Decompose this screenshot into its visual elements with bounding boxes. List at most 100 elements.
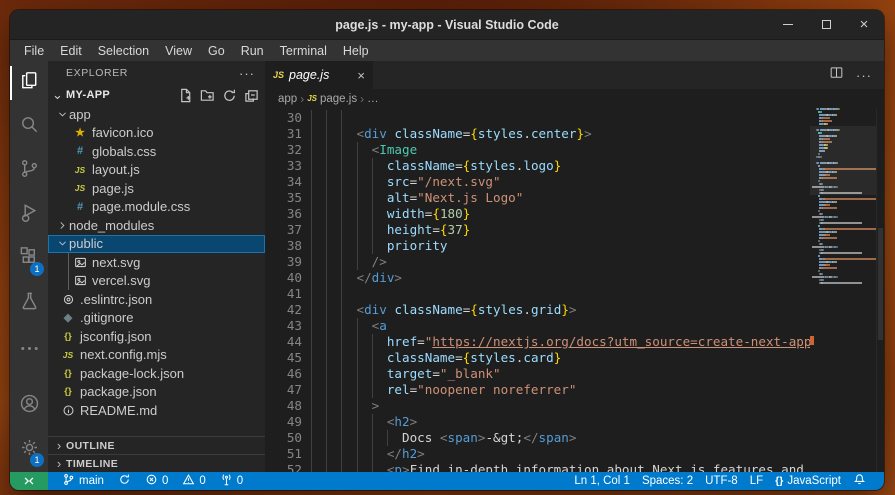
badge: 1	[30, 453, 44, 467]
collapse-all-icon[interactable]	[244, 88, 259, 103]
breadcrumb-item[interactable]: …	[367, 93, 379, 105]
tab-close-icon[interactable]: ×	[357, 68, 365, 83]
minimap-viewport	[810, 126, 876, 195]
minimize-icon	[783, 23, 793, 26]
minimap-line	[810, 270, 876, 272]
activity-more-button[interactable]	[10, 329, 48, 373]
status-branch[interactable]: main	[56, 472, 110, 490]
status-indentation[interactable]: Spaces: 2	[636, 472, 699, 490]
js-file-icon: JS	[74, 164, 86, 175]
more-actions-button[interactable]: ···	[856, 68, 872, 83]
menu-terminal[interactable]: Terminal	[272, 40, 335, 61]
tree-item-public[interactable]: public	[48, 234, 265, 253]
tree-item-readme-md[interactable]: README.md	[48, 401, 265, 420]
tree-item-label: package.json	[80, 384, 157, 400]
status-ports[interactable]: 0	[214, 472, 249, 490]
panel-outline[interactable]: › OUTLINE	[48, 436, 265, 454]
activity-settings-button[interactable]: 1	[10, 428, 48, 472]
explorer-more-actions-button[interactable]: ···	[239, 66, 255, 81]
beaker-icon	[18, 289, 41, 317]
line-number: 33	[286, 158, 302, 173]
tree-item-page-js[interactable]: JS page.js	[48, 179, 265, 198]
line-number: 42	[286, 302, 302, 317]
tree-item-favicon-ico[interactable]: ★ favicon.ico	[48, 124, 265, 143]
indent-guide	[341, 174, 343, 190]
menu-edit[interactable]: Edit	[52, 40, 90, 61]
menu-run[interactable]: Run	[233, 40, 272, 61]
tree-item-jsconfig-json[interactable]: {} jsconfig.json	[48, 327, 265, 346]
tree-item-next-svg[interactable]: next.svg	[48, 253, 265, 272]
tree-item-package-lock-json[interactable]: {} package-lock.json	[48, 364, 265, 383]
tab-page-js[interactable]: JS page.js ×	[265, 61, 373, 89]
explorer-actions	[178, 88, 259, 103]
split-editor-button[interactable]	[829, 65, 844, 85]
menu-go[interactable]: Go	[200, 40, 233, 61]
title-bar: page.js - my-app - Visual Studio Code ×	[10, 10, 884, 40]
code-editor[interactable]: 30 31 <div className={styles.center}> 32 <…	[265, 108, 810, 472]
new-file-icon[interactable]	[178, 88, 193, 103]
close-button[interactable]: ×	[856, 16, 872, 33]
indent-guide	[326, 206, 328, 222]
minimap-token	[822, 267, 838, 269]
minimize-button[interactable]	[780, 17, 796, 33]
activity-extensions-button[interactable]: 1	[10, 237, 48, 281]
minimap[interactable]	[810, 108, 876, 472]
tree-item--eslintrc-json[interactable]: .eslintrc.json	[48, 290, 265, 309]
tree-item-next-config-mjs[interactable]: JS next.config.mjs	[48, 346, 265, 365]
remote-icon	[24, 477, 34, 485]
line-number: 47	[286, 382, 302, 397]
scrollbar-slider[interactable]	[878, 228, 883, 340]
maximize-button[interactable]	[818, 17, 834, 33]
refresh-icon[interactable]	[222, 88, 237, 103]
tree-item-vercel-svg[interactable]: vercel.svg	[48, 271, 265, 290]
activity-explorer-button[interactable]	[10, 61, 48, 105]
remote-indicator-button[interactable]	[10, 472, 48, 490]
code-line-31: 31 <div className={styles.center}>	[265, 126, 810, 142]
activity-source-control-button[interactable]	[10, 149, 48, 193]
tree-item-page-module-css[interactable]: # page.module.css	[48, 198, 265, 217]
activity-testing-button[interactable]	[10, 281, 48, 325]
line-number: 34	[286, 174, 302, 189]
code-line-34: 34 src="/next.svg"	[265, 174, 810, 190]
minimap-token	[821, 273, 824, 275]
status-errors[interactable]: 0	[139, 472, 174, 490]
status-encoding[interactable]: UTF-8	[699, 472, 744, 490]
new-folder-icon[interactable]	[200, 88, 215, 103]
menu-view[interactable]: View	[157, 40, 200, 61]
chevron-down-icon	[56, 238, 69, 249]
status-language-mode[interactable]: {} JavaScript	[769, 472, 847, 490]
status-label: LF	[749, 475, 764, 487]
breadcrumb-item[interactable]: app	[278, 93, 297, 105]
tree-item-node-modules[interactable]: node_modules	[48, 216, 265, 235]
status-eol[interactable]: LF	[744, 472, 769, 490]
activity-run-and-debug-button[interactable]	[10, 193, 48, 237]
tree-item--gitignore[interactable]: ◆ .gitignore	[48, 309, 265, 328]
indent-guide	[356, 430, 358, 446]
minimap-line	[810, 213, 876, 215]
code-line-content: height={37}	[302, 222, 810, 238]
tree-item-globals-css[interactable]: # globals.css	[48, 142, 265, 161]
tree-item-package-json[interactable]: {} package.json	[48, 383, 265, 402]
activity-search-button[interactable]	[10, 105, 48, 149]
panel-timeline[interactable]: › TIMELINE	[48, 454, 265, 472]
tree-item-layout-js[interactable]: JS layout.js	[48, 161, 265, 180]
editor-group: JS page.js × ··· app › JS page.js ›… 30 31 <d…	[265, 61, 884, 472]
tree-item-app[interactable]: app	[48, 105, 265, 124]
line-number: 46	[286, 366, 302, 381]
menu-file[interactable]: File	[16, 40, 52, 61]
vertical-scrollbar[interactable]	[876, 108, 884, 472]
minimap-token	[823, 198, 876, 200]
breadcrumb-item[interactable]: page.js	[320, 93, 357, 105]
code-line-content: </h2>	[302, 446, 810, 462]
editor-actions: ···	[829, 61, 884, 89]
line-number: 51	[286, 446, 302, 461]
status-sync[interactable]	[112, 472, 137, 490]
status-notifications[interactable]	[847, 472, 872, 490]
status-warnings[interactable]: 0	[176, 472, 211, 490]
code-line-45: 45 className={styles.card}	[265, 350, 810, 366]
menu-selection[interactable]: Selection	[90, 40, 157, 61]
status-cursor-position[interactable]: Ln 1, Col 1	[568, 472, 636, 490]
menu-help[interactable]: Help	[335, 40, 377, 61]
project-section-header[interactable]: ⌄ MY-APP	[48, 85, 265, 105]
activity-accounts-button[interactable]	[10, 384, 48, 428]
